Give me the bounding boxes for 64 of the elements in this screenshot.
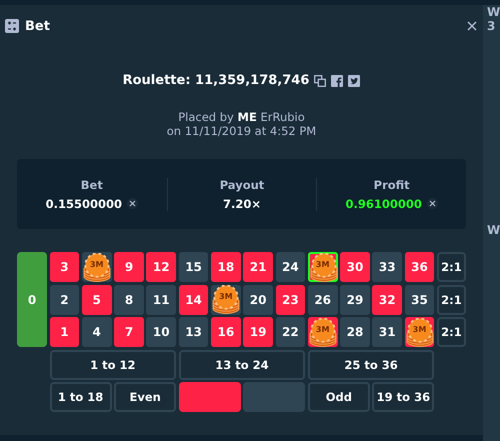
number-cell[interactable]: 23 (276, 284, 306, 315)
side-panel-text: W (487, 223, 500, 237)
number-cell[interactable]: 32 (372, 284, 402, 315)
number-cell[interactable]: 36 (404, 252, 434, 282)
placed-by-text: Placed by ME ErRubio (178, 110, 305, 124)
dozen-bet-button[interactable]: 25 to 36 (308, 350, 434, 380)
window-title: Bet (25, 18, 51, 34)
number-cell[interactable]: 5 (82, 284, 112, 315)
number-cell[interactable]: 8 (114, 284, 144, 315)
dozen-bet-button[interactable]: 13 to 24 (178, 350, 306, 380)
side-panel-text: 3 (487, 19, 496, 33)
number-cell[interactable]: 20 (243, 284, 273, 315)
stat-label: Bet (80, 178, 103, 192)
outside-bet-button[interactable]: 19 to 36 (372, 382, 434, 412)
number-cell[interactable]: 35 (404, 284, 434, 315)
number-cell[interactable]: 2 (50, 284, 80, 315)
stat-value: 7.20× (222, 196, 261, 210)
number-cell[interactable]: 33 (372, 252, 402, 282)
number-cell[interactable]: 7 (114, 317, 144, 348)
outside-bet-button[interactable]: Odd (308, 382, 370, 412)
color-bet-button[interactable] (243, 382, 306, 412)
number-cell[interactable]: 4 (82, 317, 112, 348)
dozen-bet-button[interactable]: 1 to 12 (50, 350, 176, 380)
bet-slip-icon (5, 19, 19, 33)
stat-label: Payout (220, 178, 264, 192)
number-cell[interactable]: 16 (211, 317, 241, 348)
number-cell[interactable]: 28 (340, 317, 370, 348)
copy-icon[interactable] (314, 74, 326, 86)
number-cell[interactable]: 31 (372, 317, 402, 348)
number-cell[interactable]: 3M (82, 252, 112, 282)
column-bet-button[interactable]: 2:1 (436, 252, 466, 282)
stat-label: Profit (374, 178, 410, 192)
number-cell[interactable]: 3M (211, 284, 241, 315)
number-cell[interactable]: 3 (50, 252, 80, 282)
number-cell[interactable]: 14 (178, 284, 208, 315)
stat-value: 0.96100000 (345, 196, 422, 210)
color-bet-button[interactable] (178, 382, 241, 412)
number-cell[interactable]: 30 (340, 252, 370, 282)
stat-value: 0.15500000 (46, 196, 122, 210)
number-cell[interactable]: 18 (211, 252, 241, 282)
number-cell[interactable]: 22 (276, 317, 306, 348)
number-cell[interactable]: 1 (50, 317, 80, 348)
number-cell[interactable]: 9 (114, 252, 144, 282)
number-cell[interactable]: 10 (146, 317, 176, 348)
number-cell[interactable]: 24 (276, 252, 306, 282)
date-text: on 11/11/2019 at 4:52 PM (166, 124, 316, 138)
column-bet-button[interactable]: 2:1 (436, 284, 466, 315)
number-cell[interactable]: 15 (178, 252, 208, 282)
number-cell[interactable]: 29 (340, 284, 370, 315)
number-cell[interactable]: 11 (146, 284, 176, 315)
column-bet-button[interactable]: 2:1 (436, 317, 466, 348)
number-cell[interactable]: 3M (404, 317, 434, 348)
number-cell[interactable]: 3M (308, 317, 338, 348)
game-title: Roulette: 11,359,178,746 (122, 73, 310, 88)
outside-bet-button[interactable]: Even (114, 382, 176, 412)
number-cell[interactable]: 12 (146, 252, 176, 282)
number-cell[interactable]: 13 (178, 317, 208, 348)
number-cell[interactable]: 19 (243, 317, 273, 348)
number-cell[interactable]: 21 (243, 252, 273, 282)
outside-bet-button[interactable]: 1 to 18 (50, 382, 112, 412)
twitter-icon[interactable] (348, 74, 360, 86)
side-panel-text: W (487, 5, 500, 19)
facebook-icon[interactable] (331, 74, 344, 86)
number-cell[interactable]: 26 (308, 284, 338, 315)
